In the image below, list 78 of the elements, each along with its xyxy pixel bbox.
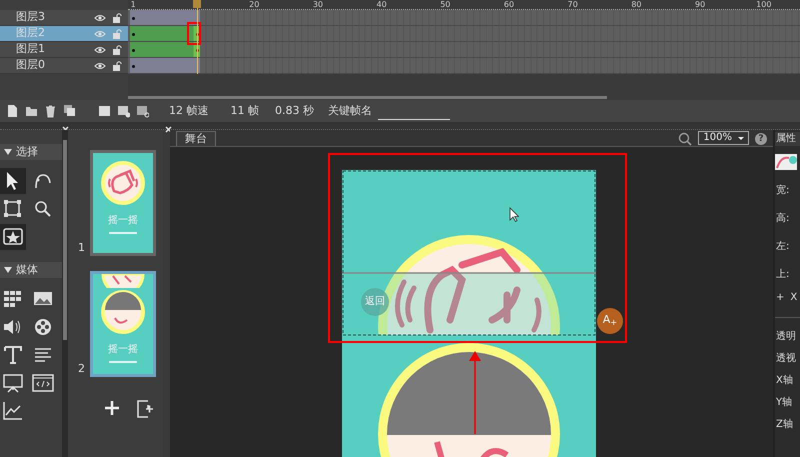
lock-icon[interactable] [112,44,122,54]
field-label: 高: [775,212,790,226]
add-icon[interactable] [104,400,120,416]
eye-icon[interactable] [94,62,106,70]
section-title: 选择 [16,144,38,160]
offset-label: + [776,291,784,305]
add-page-icon[interactable] [136,400,154,418]
trash-icon[interactable] [44,104,57,118]
shake-phone-drawing [101,161,145,205]
add-text-button[interactable]: A$_{+}$ [597,308,623,334]
star-tool[interactable] [0,224,26,250]
layer-name: 图层1 [16,41,46,58]
add-frame-icon[interactable] [117,104,130,118]
layer-name: 图层3 [16,9,46,26]
property-label: 透明 [775,330,797,344]
new-file-icon[interactable] [6,104,19,118]
layer-row[interactable]: 图层3 [0,10,128,26]
property-label: 透视 [775,352,797,366]
offset-label: X [790,291,798,305]
ruler-label: 100 [756,0,772,10]
zoom-dropdown[interactable]: 100% [698,131,749,145]
scrollbar-thumb[interactable] [128,96,607,99]
layer-row[interactable]: 图层0 [0,58,128,74]
page-title: 摇一摇 [108,214,138,228]
field-label: 宽: [775,184,790,198]
ruler-label: 80 [631,0,642,10]
layer-name: 图层2 [16,25,46,42]
subtitle-line [109,232,137,234]
stage-tab[interactable]: 舞台 [176,131,216,146]
close-icon[interactable] [165,126,172,134]
keyframe-dot [132,49,135,52]
property-label: X轴 [775,374,794,388]
page-number: 2 [78,360,86,376]
frame-icon[interactable] [98,104,111,118]
keyframe-dot [132,65,135,68]
properties-tab[interactable]: 属性 [775,132,800,146]
keyframe-dot [132,17,135,20]
copy-icon[interactable] [63,104,76,118]
collapse-triangle-icon[interactable] [4,267,12,273]
section-header[interactable]: 选择 [0,144,62,160]
ruler-label: 1 [130,0,136,10]
eye-icon[interactable] [94,46,106,54]
keyframe-dot [132,33,135,36]
help-button[interactable]: ? [755,133,767,145]
lock-icon[interactable] [112,12,122,22]
frame-rate-label: 12 帧速 [169,102,208,119]
page-title: 摇一摇 [108,343,138,357]
cursor-icon [509,207,519,222]
ruler-label: 70 [568,0,578,10]
ruler-label: 50 [440,0,450,10]
collapse-triangle-icon[interactable] [4,149,12,155]
property-label: Z轴 [775,418,794,432]
search-icon[interactable] [678,132,692,146]
shake-phone-drawing [101,274,145,288]
page-number: 1 [78,240,86,256]
eye-icon[interactable] [94,14,106,22]
ruler-label: 60 [504,0,514,10]
lock-icon[interactable] [112,60,122,70]
photo-placeholder [101,290,145,334]
layer-row[interactable]: 图层1 [0,42,128,58]
pointer-tool[interactable] [0,168,26,194]
duration-label: 0.83 秒 [275,102,314,119]
field-label: 左: [775,240,790,254]
ruler-label: 20 [249,0,260,10]
frame-count-label: 11 帧 [230,102,259,119]
ruler-label: 30 [312,0,323,10]
section-title: 媒体 [16,262,38,278]
section-header[interactable]: 媒体 [0,262,62,278]
property-label: Y轴 [775,396,794,410]
ruler-label: 40 [376,0,387,10]
field-label: 上: [775,268,790,282]
subtitle-line [109,361,137,363]
layer-name: 图层0 [16,57,46,74]
ruler-label: 90 [695,0,706,10]
remove-frame-icon[interactable] [136,104,149,118]
image-thumbnail-icon [775,154,797,170]
folder-icon[interactable] [25,104,38,118]
keyframe-name-label: 关键帧名 [328,102,372,119]
